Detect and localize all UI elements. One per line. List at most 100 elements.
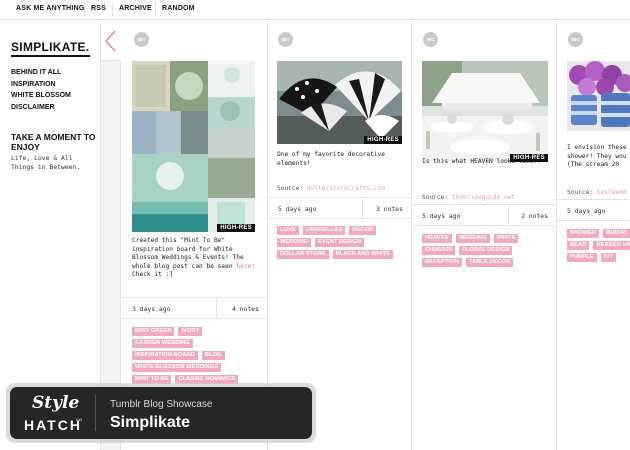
tag[interactable]: WEDDING <box>455 234 490 243</box>
post-caption: Created this "Mint To Be" inspiration bo… <box>132 237 258 280</box>
umbrellas-image <box>277 61 402 144</box>
avatar[interactable]: IMG <box>423 32 438 47</box>
nav-random[interactable]: RANDOM <box>162 5 195 12</box>
tag[interactable]: DECOR <box>349 226 377 235</box>
post-card: IMG I envision these shower! They wou (T… <box>557 21 630 450</box>
source-label: Source: <box>567 189 594 196</box>
post-caption: I envision these shower! They wou (The s… <box>567 144 627 169</box>
tag[interactable]: TABLE DECOR <box>465 258 514 267</box>
tag[interactable]: RECEPTION <box>422 258 462 267</box>
tag[interactable]: EVENT DESIGN <box>315 238 365 247</box>
post-notes[interactable]: 3 notes <box>362 198 411 218</box>
post-meta: 5 days ago 3 notes <box>268 197 411 219</box>
tag[interactable]: CHIAVARI <box>422 246 456 255</box>
post-meta: 3 days ago 4 notes <box>122 297 267 319</box>
tag[interactable]: BLOG <box>201 351 225 360</box>
chevron-left-icon <box>105 30 116 52</box>
tag[interactable]: MINT GREEN <box>132 327 175 336</box>
tag[interactable]: IVORY <box>178 327 203 336</box>
tag[interactable]: DIY <box>600 253 617 262</box>
post-caption: Is this what HEAVEN looks like?! <box>422 158 542 165</box>
post-notes[interactable]: 2 notes <box>508 205 556 225</box>
post-source: Source: thebrideguide.net <box>422 194 550 201</box>
previous-button[interactable] <box>101 21 121 61</box>
sidebar-item-behind-it-all[interactable]: BEHIND IT ALL <box>11 67 71 79</box>
tag[interactable]: UMBRELLAS <box>302 226 346 235</box>
style-hatch-logo-script: Style <box>32 393 80 413</box>
post-source: Source: dollarstorecrafts.com <box>277 185 405 192</box>
post-date[interactable]: 5 days ago <box>567 207 605 215</box>
post-caption: One of my favorite decorative elements! <box>277 151 386 167</box>
post-date[interactable]: 5 days ago <box>278 205 316 213</box>
sidebar-tagline: Life, Love & All Things in Between. <box>11 154 81 171</box>
sidebar-nav: BEHIND IT ALL INSPIRATION WHITE BLOSSOM … <box>11 67 71 113</box>
post-card: IMG HIGH-RES Is this what HEAVEN looks l… <box>412 21 557 450</box>
post-tags: LOVE UMBRELLAS DECOR WEDDING EVENT DESIG… <box>277 226 405 259</box>
high-res-badge[interactable]: HIGH-RES <box>217 224 255 232</box>
avatar[interactable]: IMG <box>568 32 583 47</box>
tag[interactable]: GARDEN WEDDING <box>132 339 193 348</box>
post-date[interactable]: 5 days ago <box>422 212 460 220</box>
tag[interactable]: BEAD <box>567 241 590 250</box>
caption-link[interactable]: here! <box>236 263 255 270</box>
post-meta: 5 days ago <box>557 199 630 221</box>
tag[interactable]: HEAVEN <box>422 234 452 243</box>
nav-ask-me-anything[interactable]: ASK ME ANYTHING <box>16 5 84 12</box>
showcase-blog-name: Simplikate <box>110 414 191 431</box>
tag[interactable]: BEADED VA <box>593 241 630 250</box>
nav-archive[interactable]: ARCHIVE <box>119 5 152 12</box>
showcase-badge: Style HATCH CO Tumblr Blog Showcase Simp… <box>6 383 316 443</box>
avatar[interactable]: IMG <box>134 32 149 47</box>
tag[interactable]: SHOWER <box>567 229 600 238</box>
top-navigation: ASK ME ANYTHING RSS ARCHIVE RANDOM <box>0 0 630 20</box>
sidebar-heading: TAKE A MOMENT TO ENJOY <box>11 132 96 152</box>
post-date[interactable]: 3 days ago <box>132 305 170 313</box>
avatar[interactable]: IMG <box>278 32 293 47</box>
tag[interactable]: WEDDING <box>277 238 312 247</box>
nav-rss[interactable]: RSS <box>91 5 106 12</box>
source-link[interactable]: bestwedd <box>597 189 627 196</box>
badge-divider <box>95 395 96 431</box>
reception-image <box>422 61 548 162</box>
nav-separator <box>155 3 156 16</box>
tag[interactable]: WHITE BLOSSOM WEDDINGS <box>132 363 222 372</box>
post-meta: 5 days ago 2 notes <box>412 204 556 226</box>
tag[interactable]: BRIDAL <box>603 229 630 238</box>
post-source: Source: bestwedd <box>567 189 630 196</box>
style-hatch-logo-text: HATCH <box>24 417 82 433</box>
caption-text: Created this "Mint To Be" inspiration bo… <box>132 237 244 270</box>
flowers-image <box>567 61 630 131</box>
tag[interactable]: FLORAL DESIGN <box>459 246 513 255</box>
mood-board-image <box>132 61 255 232</box>
tag[interactable]: PURPLE <box>567 253 597 262</box>
tag[interactable]: LOVE <box>277 226 299 235</box>
sidebar-item-disclaimer[interactable]: DISCLAIMER <box>11 102 71 114</box>
tag[interactable]: DOLLAR STORE <box>277 250 329 259</box>
style-hatch-logo-co: CO <box>76 417 82 422</box>
high-res-badge[interactable]: HIGH-RES <box>364 136 402 144</box>
nav-separator <box>112 3 113 16</box>
source-link[interactable]: thebrideguide.net <box>452 194 515 201</box>
tag[interactable]: WHITE <box>493 234 519 243</box>
sidebar-item-inspiration[interactable]: INSPIRATION <box>11 79 71 91</box>
post-photo[interactable]: HIGH-RES <box>132 61 255 232</box>
nav-separator <box>84 3 85 16</box>
post-photo[interactable]: HIGH-RES <box>422 61 548 162</box>
post-photo[interactable] <box>567 61 630 131</box>
notes-count: 3 notes <box>376 205 403 213</box>
post-photo[interactable]: HIGH-RES <box>277 61 402 144</box>
post-notes[interactable]: 4 notes <box>216 298 267 318</box>
notes-count: 4 notes <box>232 305 259 313</box>
post-tags: MINT GREEN IVORY GARDEN WEDDING INSPIRAT… <box>132 327 258 384</box>
sidebar-item-white-blossom[interactable]: WHITE BLOSSOM <box>11 90 71 102</box>
tag[interactable]: INSPIRATION BOARD <box>132 351 198 360</box>
title-underline <box>11 55 90 57</box>
source-label: Source: <box>277 185 304 192</box>
showcase-label: Tumblr Blog Showcase <box>110 399 213 410</box>
showcase-badge-panel: Style HATCH CO Tumblr Blog Showcase Simp… <box>10 387 312 439</box>
tag[interactable]: BLACK AND WHITE <box>332 250 394 259</box>
source-label: Source: <box>422 194 449 201</box>
source-link[interactable]: dollarstorecrafts.com <box>307 185 385 192</box>
caption-text-end: Check it :] <box>132 271 173 279</box>
blog-title[interactable]: SIMPLIKATE. <box>11 40 89 54</box>
